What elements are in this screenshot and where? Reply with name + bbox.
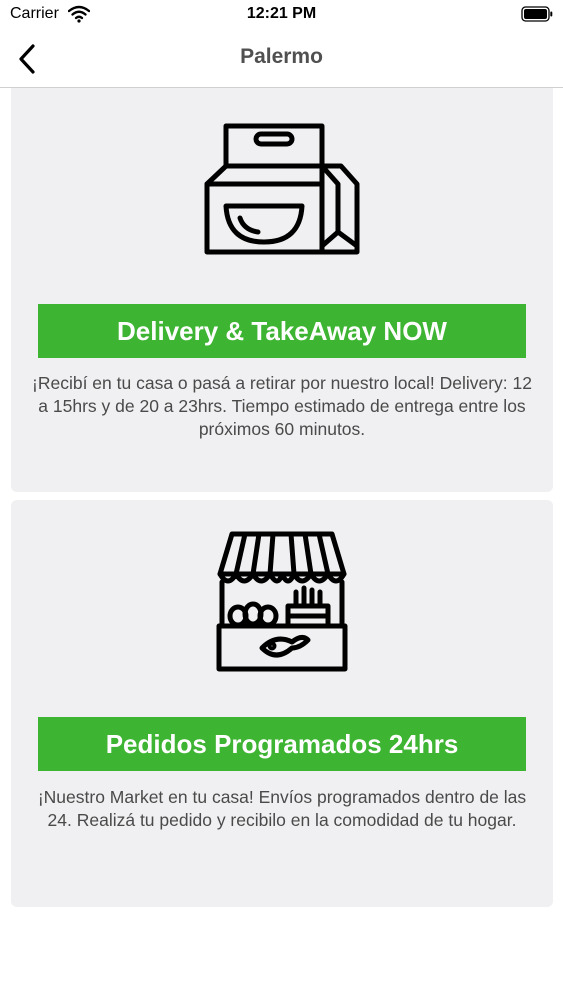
delivery-takeaway-card[interactable]: Delivery & TakeAway NOW ¡Recibí en tu ca… [11, 88, 553, 492]
navigation-bar: Palermo [0, 30, 563, 88]
scheduled-orders-description: ¡Nuestro Market en tu casa! Envíos progr… [37, 787, 527, 830]
delivery-takeaway-button[interactable]: Delivery & TakeAway NOW [38, 304, 526, 358]
scheduled-orders-button[interactable]: Pedidos Programados 24hrs [38, 717, 526, 771]
battery-icon [521, 6, 553, 22]
status-time: 12:21 PM [246, 5, 317, 22]
status-bar: Carrier 12:21 PM [0, 0, 563, 30]
page-title: Palermo [240, 45, 323, 68]
takeaway-bag-icon [204, 123, 360, 255]
scheduled-orders-card[interactable]: Pedidos Programados 24hrs ¡Nuestro Marke… [11, 500, 553, 907]
delivery-takeaway-description: ¡Recibí en tu casa o pasá a retirar por … [32, 373, 532, 439]
market-stall-icon [216, 531, 348, 672]
